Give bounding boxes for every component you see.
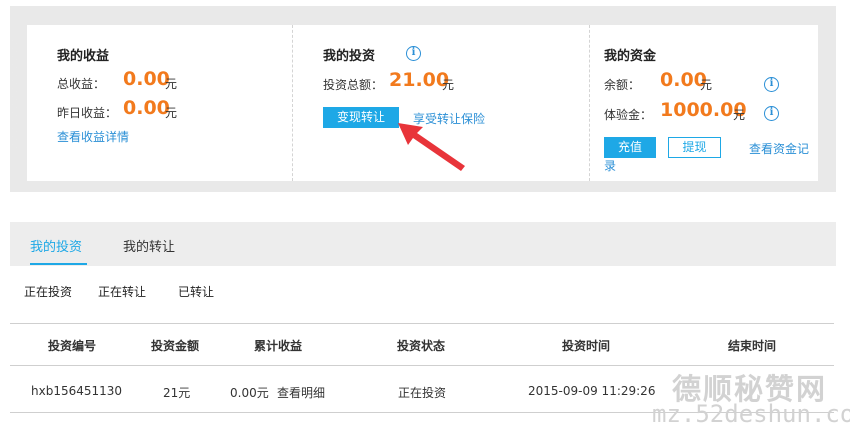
col-header-invest-time: 投资时间 bbox=[562, 339, 611, 353]
subtab-investing[interactable]: 正在投资 bbox=[24, 283, 72, 300]
cell-amount: 21元 bbox=[163, 386, 191, 400]
info-icon[interactable]: i bbox=[406, 46, 421, 61]
col-header-end-time: 结束时间 bbox=[728, 339, 777, 353]
investment-total-label: 投资总额： bbox=[323, 78, 384, 92]
active-tab-indicator bbox=[30, 263, 87, 265]
cell-id: hxb156451130 bbox=[31, 384, 123, 398]
yesterday-income-label: 昨日收益： bbox=[57, 106, 118, 120]
view-detail-link[interactable]: 查看明细 bbox=[277, 384, 325, 401]
transfer-cash-button[interactable]: 变现转让 bbox=[323, 107, 399, 128]
balance-unit: 元 bbox=[700, 78, 713, 92]
balance-info-icon[interactable]: i bbox=[764, 77, 779, 92]
col-header-status: 投资状态 bbox=[397, 339, 446, 353]
col-header-earnings: 累计收益 bbox=[254, 339, 303, 353]
cell-status: 正在投资 bbox=[398, 386, 447, 400]
income-detail-link[interactable]: 查看收益详情 bbox=[57, 128, 129, 145]
total-income-label: 总收益： bbox=[57, 77, 106, 91]
watermark-url: mz.52deshun.com bbox=[652, 400, 850, 426]
income-card: 我的收益 总收益： 0.00 元 昨日收益： 0.00 元 查看收益详情 bbox=[27, 25, 292, 181]
yesterday-income-value: 0.00 bbox=[123, 97, 170, 119]
investment-total-value: 21.00 bbox=[389, 69, 450, 91]
fund-records-link-part1[interactable]: 查看资金记 bbox=[749, 140, 809, 157]
subtab-transferred[interactable]: 已转让 bbox=[178, 283, 214, 300]
investment-total-unit: 元 bbox=[442, 78, 455, 92]
tab-my-transfer[interactable]: 我的转让 bbox=[123, 236, 175, 255]
cell-earnings: 0.00元 bbox=[230, 386, 269, 400]
trial-fund-label: 体验金： bbox=[604, 108, 653, 122]
table-top-border bbox=[10, 323, 834, 324]
ticket-notches-left bbox=[11, 40, 17, 150]
col-header-id: 投资编号 bbox=[48, 339, 97, 353]
yesterday-income-unit: 元 bbox=[165, 106, 178, 120]
trial-fund-unit: 元 bbox=[733, 108, 746, 122]
balance-label: 余额： bbox=[604, 78, 641, 92]
income-title: 我的收益 bbox=[57, 49, 110, 64]
col-header-amount: 投资金额 bbox=[151, 339, 200, 353]
trial-fund-info-icon[interactable]: i bbox=[764, 106, 779, 121]
tab-my-investment[interactable]: 我的投资 bbox=[30, 236, 82, 255]
total-income-value: 0.00 bbox=[123, 68, 170, 90]
investment-title: 我的投资 bbox=[323, 49, 376, 64]
fund-records-link[interactable]: 查看资金记 录 bbox=[604, 140, 814, 176]
fund-records-link-part2[interactable]: 录 bbox=[604, 157, 616, 174]
annotation-arrow bbox=[398, 123, 465, 171]
cell-invest-time: 2015-09-09 11:29:26 bbox=[528, 384, 656, 398]
subtab-transferring[interactable]: 正在转让 bbox=[98, 283, 146, 300]
total-income-unit: 元 bbox=[165, 77, 178, 91]
tab-bar: 我的投资 我的转让 bbox=[10, 222, 836, 266]
funds-card: 我的资金 余额： 0.00 元 i 体验金： 1000.00 元 i 充值 提现… bbox=[590, 25, 818, 181]
funds-title: 我的资金 bbox=[604, 49, 657, 64]
